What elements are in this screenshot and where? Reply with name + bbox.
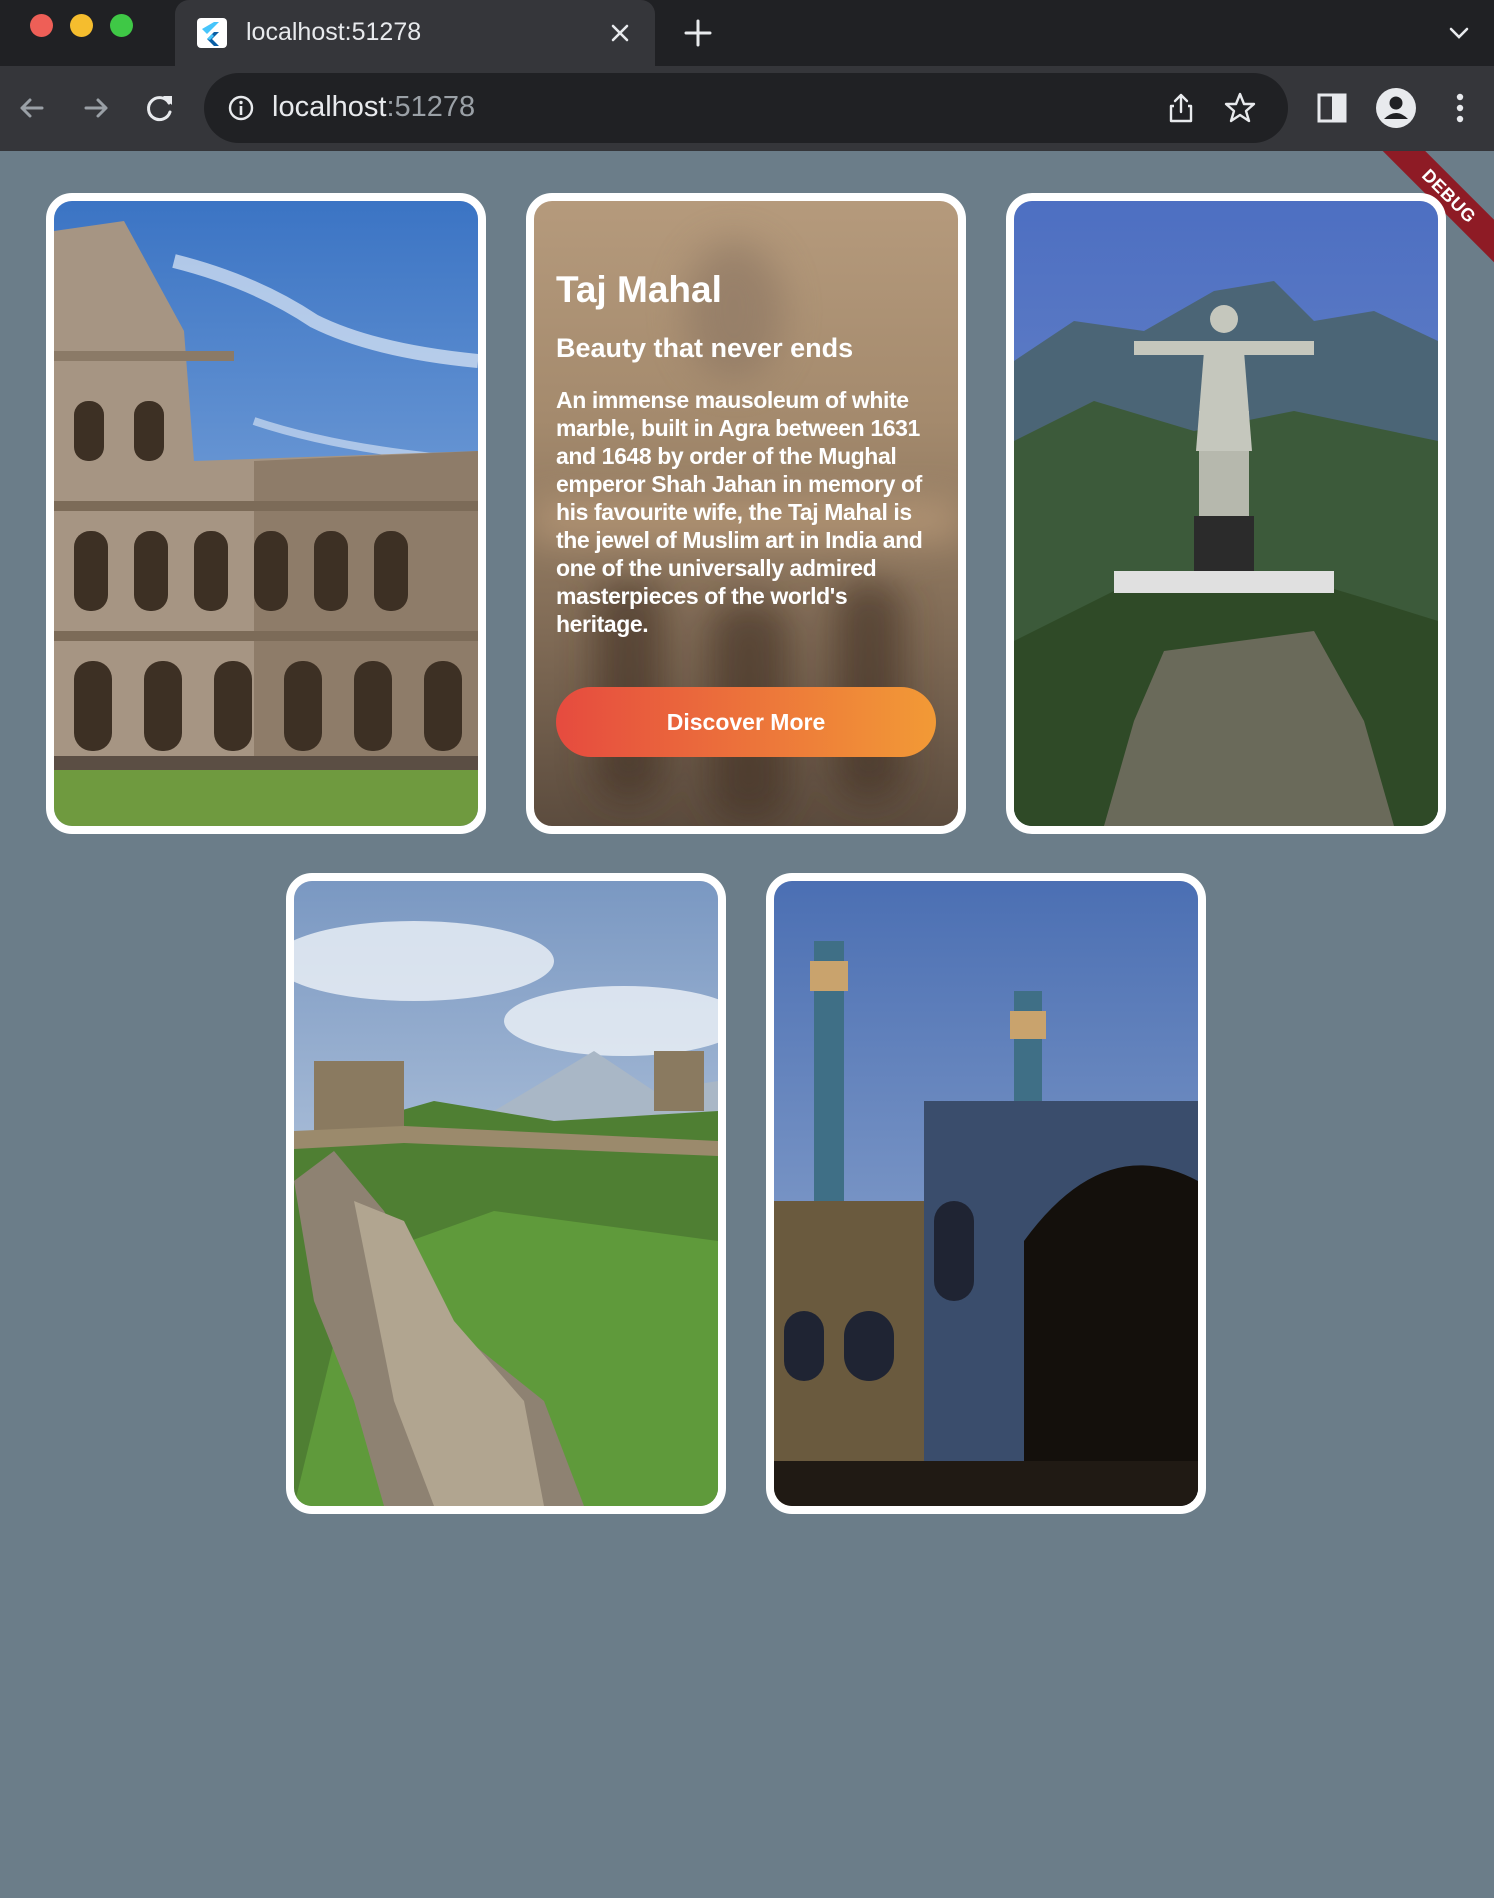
profile-avatar-icon[interactable]	[1374, 86, 1418, 130]
window-minimize-button[interactable]	[70, 14, 93, 37]
taj-mahal-featured-card[interactable]: Taj Mahal Beauty that never ends An imme…	[526, 193, 966, 834]
colosseum-card[interactable]	[46, 193, 486, 834]
browser-menu-kebab-icon[interactable]	[1438, 86, 1482, 130]
tab-search-chevron-down-icon[interactable]	[1446, 20, 1472, 46]
discover-more-button[interactable]: Discover More	[556, 687, 936, 757]
forward-arrow-icon[interactable]	[78, 90, 114, 126]
browser-toolbar: localhost:51278	[0, 66, 1494, 151]
window-close-button[interactable]	[30, 14, 53, 37]
tab-title: localhost:51278	[246, 18, 422, 46]
site-info-icon[interactable]	[226, 93, 256, 123]
featured-subtitle: Beauty that never ends	[556, 333, 854, 363]
url-host: localhost	[272, 91, 387, 123]
window-maximize-button[interactable]	[110, 14, 133, 37]
bookmark-star-icon[interactable]	[1222, 90, 1258, 126]
christ-the-redeemer-card[interactable]	[1006, 193, 1446, 834]
featured-title: Taj Mahal	[556, 269, 722, 310]
address-bar[interactable]: localhost:51278	[204, 73, 1288, 143]
featured-content: Taj Mahal Beauty that never ends An imme…	[556, 269, 941, 638]
address-url[interactable]: localhost:51278	[272, 91, 475, 124]
tab-close-icon[interactable]	[605, 18, 635, 48]
side-panel-icon[interactable]	[1310, 86, 1354, 130]
colosseum-image	[54, 201, 478, 826]
browser-tab[interactable]: localhost:51278	[175, 0, 655, 66]
flutter-favicon-icon	[197, 18, 227, 48]
featured-description: An immense mausoleum of white marble, bu…	[556, 387, 923, 637]
great-wall-card[interactable]	[286, 873, 726, 1514]
shah-mosque-card[interactable]	[766, 873, 1206, 1514]
share-icon[interactable]	[1164, 91, 1198, 125]
browser-tab-bar: localhost:51278	[0, 0, 1494, 66]
app-viewport: DEBUG Taj Mahal Beauty that never ends A…	[0, 151, 1494, 1898]
christ-the-redeemer-image	[1014, 201, 1438, 826]
back-arrow-icon[interactable]	[14, 90, 50, 126]
great-wall-image	[294, 881, 718, 1506]
reload-icon[interactable]	[142, 90, 178, 126]
new-tab-plus-icon[interactable]	[681, 16, 715, 50]
shah-mosque-image	[774, 881, 1198, 1506]
url-port: :51278	[386, 91, 476, 123]
